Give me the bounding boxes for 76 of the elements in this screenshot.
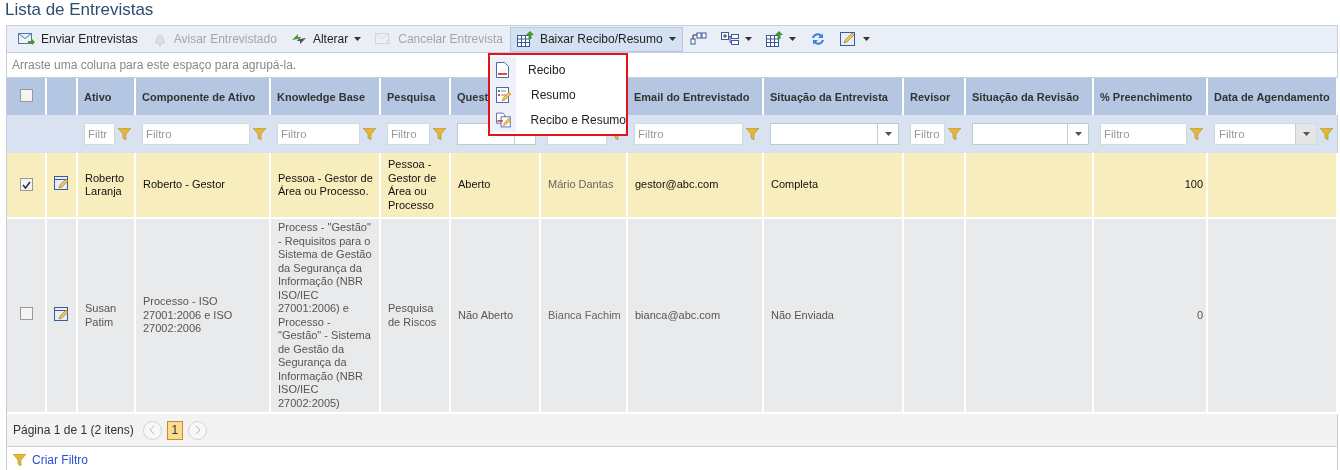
date-filter-field[interactable]: Filtro bbox=[1214, 123, 1317, 145]
table-cell: Não Aberto bbox=[458, 308, 514, 321]
pager-summary: Página 1 de 1 (2 itens) bbox=[13, 423, 134, 437]
table-cell: Process - "Gestão" - Requisitos para o Sistema de Gestão da Segurança da Informação (NBR ISO/IEC 27001:2006) e Processo - "Gestão" - Sistema de Gestão da Segurança da Informação (NBR ISO/IEC 27002:2005) bbox=[278, 221, 372, 409]
table-cell: Pesquisa de Riscos bbox=[388, 302, 437, 328]
table-cell: Roberto - Gestor bbox=[143, 178, 225, 191]
filter-field[interactable]: Filtr bbox=[84, 123, 115, 145]
row-checkbox[interactable] bbox=[20, 178, 33, 191]
table-export-icon bbox=[765, 31, 783, 47]
table-cell: Pessoa - Gestor de Área ou Processo. bbox=[278, 171, 373, 197]
page-button[interactable]: 1 bbox=[166, 420, 183, 440]
table-cell: Bianca Fachim bbox=[548, 308, 621, 321]
page-title: Lista de Entrevistas bbox=[5, 0, 155, 21]
filter-icon[interactable] bbox=[948, 128, 961, 140]
filter-icon[interactable] bbox=[118, 128, 131, 140]
caret-icon bbox=[668, 37, 676, 41]
toolbar-button[interactable]: Enviar Entrevistas bbox=[11, 26, 145, 52]
envelope-icon bbox=[375, 32, 393, 46]
edit-form-icon[interactable] bbox=[54, 175, 70, 192]
table-cell: bianca@abc.com bbox=[635, 308, 721, 321]
next-page-button[interactable] bbox=[187, 420, 207, 440]
table-cell: Susan Patim bbox=[85, 302, 117, 328]
menu-item[interactable]: Recibo e Resumo bbox=[490, 107, 626, 132]
filter-field[interactable]: Filtro bbox=[634, 123, 743, 145]
previous-page-button[interactable] bbox=[142, 420, 162, 440]
filter-dropdown[interactable] bbox=[972, 123, 1089, 145]
edit-form-icon[interactable] bbox=[54, 305, 70, 322]
filter-icon[interactable] bbox=[13, 454, 26, 466]
filter-icon[interactable] bbox=[1190, 128, 1203, 140]
chevron-left-icon bbox=[149, 426, 155, 434]
refresh-icon bbox=[809, 31, 826, 47]
table-cell: Pessoa - Gestor de Área ou Processo bbox=[388, 158, 437, 211]
filter-icon[interactable] bbox=[253, 128, 266, 140]
filter-icon[interactable] bbox=[363, 128, 376, 140]
document-icon bbox=[496, 61, 509, 78]
edit-form-icon bbox=[839, 31, 857, 47]
table-export-icon bbox=[516, 31, 534, 47]
row-checkbox[interactable] bbox=[20, 89, 33, 102]
caret-icon bbox=[744, 37, 752, 41]
table-cell: gestor@abc.com bbox=[635, 178, 719, 191]
table-cell: Aberto bbox=[458, 178, 491, 191]
column-header[interactable]: Quest bbox=[457, 90, 489, 103]
caret-icon bbox=[862, 37, 870, 41]
table-cell: 0 bbox=[1196, 308, 1203, 321]
caret-icon bbox=[1074, 132, 1082, 136]
caret-icon bbox=[788, 37, 796, 41]
toolbar-button[interactable]: Alterar bbox=[283, 26, 369, 52]
hierarchy-icon bbox=[689, 31, 707, 47]
filter-field[interactable]: Filtro bbox=[1100, 123, 1187, 145]
filter-field[interactable]: Filtro bbox=[277, 123, 360, 145]
caret-icon bbox=[884, 132, 892, 136]
toolbar-button[interactable]: Baixar Recibo/Resumo bbox=[509, 26, 683, 52]
caret-icon bbox=[354, 37, 362, 41]
envelope-icon bbox=[18, 32, 35, 46]
filter-dropdown[interactable] bbox=[770, 123, 899, 145]
table-cell: Não Enviada bbox=[771, 308, 834, 321]
filter-icon[interactable] bbox=[746, 128, 759, 140]
table-cell: Processo - ISO 27001:2006 e ISO 27002:2006 bbox=[143, 295, 233, 335]
filter-icon[interactable] bbox=[1320, 128, 1333, 140]
filter-field[interactable]: Filtro bbox=[910, 123, 945, 145]
table-cell: Completa bbox=[771, 178, 819, 191]
chevron-right-icon bbox=[194, 426, 200, 434]
table-cell: 100 bbox=[1184, 178, 1203, 191]
table-cell: Roberto Laranja bbox=[85, 171, 125, 197]
tree-expand-icon bbox=[720, 32, 739, 46]
create-filter-link[interactable]: Criar Filtro bbox=[32, 453, 88, 467]
filter-field[interactable]: Filtro bbox=[142, 123, 250, 145]
row-checkbox[interactable] bbox=[20, 307, 33, 321]
documents-icon bbox=[496, 111, 512, 128]
table-cell: Mário Dantas bbox=[548, 178, 614, 191]
column-header[interactable]: Ativo bbox=[84, 90, 112, 103]
caret-icon bbox=[1302, 132, 1310, 136]
dropdown-button[interactable] bbox=[1295, 124, 1316, 144]
checklist-icon bbox=[496, 86, 512, 103]
filter-icon[interactable] bbox=[433, 128, 446, 140]
filter-field[interactable]: Filtro bbox=[387, 123, 430, 145]
